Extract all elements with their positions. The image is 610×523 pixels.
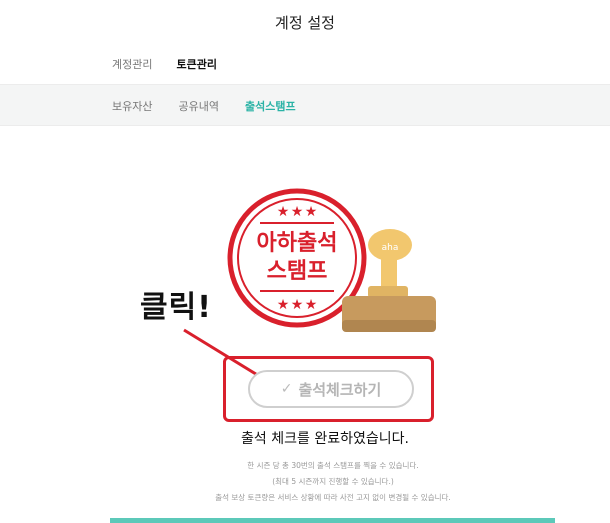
svg-text:★: ★ bbox=[291, 204, 304, 220]
stamp-line1: 아하출석 bbox=[257, 231, 338, 256]
checkin-complete-message: 출석 체크를 완료하였습니다. bbox=[241, 431, 409, 447]
svg-text:★: ★ bbox=[277, 297, 290, 313]
tab-account-management[interactable]: 계정관리 bbox=[112, 56, 152, 72]
svg-text:★: ★ bbox=[305, 297, 318, 313]
stars-top-icon: ★ ★ ★ bbox=[277, 204, 318, 220]
note-line: (최대 5 시즌까지 진행할 수 있습니다.) bbox=[272, 477, 394, 486]
stamp-line2: 스탬프 bbox=[267, 259, 328, 284]
check-icon: ✓ bbox=[280, 381, 293, 397]
attendance-stamp-illustration: ★ ★ ★ 아하출석 스탬프 ★ ★ ★ aha bbox=[227, 178, 444, 338]
click-annotation: 클릭! bbox=[140, 290, 212, 325]
svg-text:★: ★ bbox=[305, 204, 318, 220]
svg-text:★: ★ bbox=[277, 204, 290, 220]
subtab-holdings[interactable]: 보유자산 bbox=[112, 98, 152, 114]
checkin-button[interactable]: ✓ 출석체크하기 bbox=[248, 370, 414, 408]
notes-section: 한 시즌 당 총 30번의 출석 스탬프를 찍을 수 있습니다. (최대 5 시… bbox=[0, 458, 610, 506]
tab-token-management[interactable]: 토큰관리 bbox=[176, 56, 216, 72]
page-title: 계정 설정 bbox=[275, 14, 335, 32]
stars-bottom-icon: ★ ★ ★ bbox=[277, 297, 318, 313]
note-line: 한 시즌 당 총 30번의 출석 스탬프를 찍을 수 있습니다. bbox=[247, 461, 419, 470]
bottom-accent-bar bbox=[110, 518, 555, 523]
checkin-button-label: 출석체크하기 bbox=[298, 380, 382, 399]
stamp-tool-icon: aha bbox=[342, 229, 436, 332]
note-line: 출석 보상 토큰량은 서비스 상황에 따라 사전 고지 없이 변경될 수 있습니… bbox=[215, 493, 451, 502]
primary-tabs: 계정관리 토큰관리 bbox=[112, 56, 217, 72]
subtab-share-history[interactable]: 공유내역 bbox=[178, 98, 218, 114]
svg-text:★: ★ bbox=[291, 297, 304, 313]
aha-logo: aha bbox=[382, 243, 399, 253]
subtab-attendance-stamp[interactable]: 출석스탬프 bbox=[245, 98, 296, 114]
subnav-bar: 보유자산 공유내역 출석스탬프 bbox=[0, 84, 610, 126]
